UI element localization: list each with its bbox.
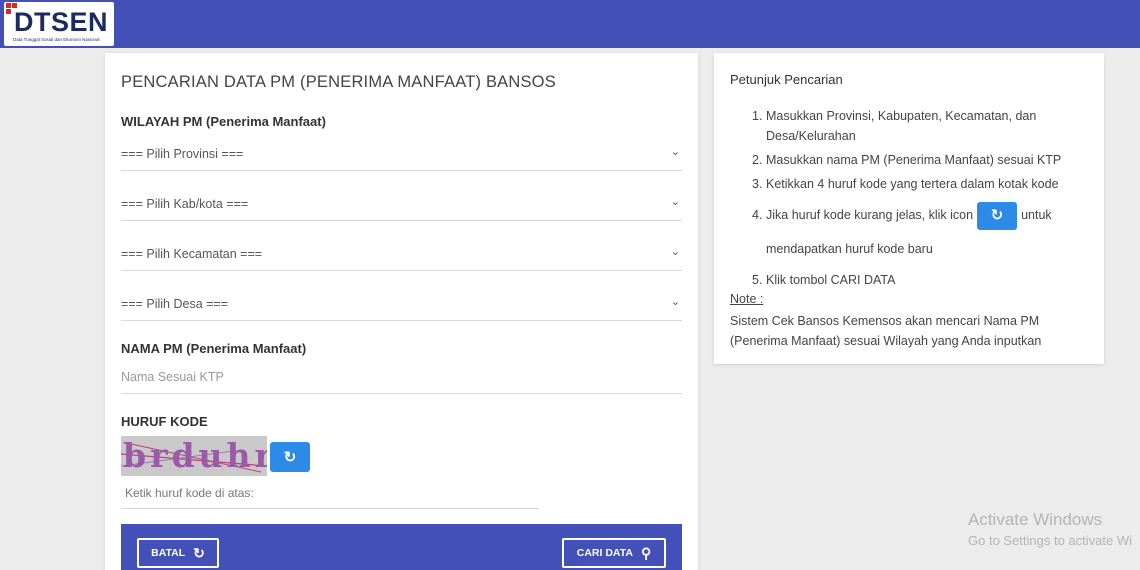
batal-button-label: BATAL (151, 547, 186, 559)
chevron-down-icon: ⌄ (670, 296, 680, 308)
step-text-before: Jika huruf kode kurang jelas, klik icon (766, 208, 974, 222)
top-navbar: DTSEN Data Tunggal Sosial dan Ekonomi Na… (0, 0, 1140, 48)
reset-icon: ↻ (193, 544, 205, 561)
note-label: Note : (730, 292, 764, 306)
search-form-card: PENCARIAN DATA PM (PENERIMA MANFAAT) BAN… (105, 53, 698, 570)
kode-field-wrapper (121, 479, 539, 509)
batal-button[interactable]: BATAL ↻ (137, 538, 219, 568)
step-text: Masukkan nama PM (Penerima Manfaat) sesu… (766, 153, 1062, 167)
captcha-text: brduhr (123, 436, 267, 475)
refresh-captcha-button[interactable]: ↻ (270, 442, 310, 472)
step-item: 2. Masukkan nama PM (Penerima Manfaat) s… (752, 153, 1062, 167)
kode-label: HURUF KODE (121, 414, 208, 429)
petunjuk-steps: 1. Masukkan Provinsi, Kabupaten, Kecamat… (738, 106, 1078, 290)
petunjuk-card: Petunjuk Pencarian 1. Masukkan Provinsi,… (714, 53, 1104, 364)
kode-input[interactable] (121, 479, 539, 507)
search-icon: ⚲ (640, 544, 652, 561)
logo-text: DTSEN (14, 7, 109, 37)
cari-data-button[interactable]: CARI DATA ⚲ (562, 538, 666, 568)
wilayah-label: WILAYAH PM (Penerima Manfaat) (121, 114, 326, 129)
desa-select[interactable]: === Pilih Desa === ⌄ (121, 289, 682, 321)
kecamatan-select-value: === Pilih Kecamatan === (121, 247, 263, 261)
desa-select-value: === Pilih Desa === (121, 297, 229, 311)
step-text: Klik tombol CARI DATA (766, 273, 896, 287)
cari-data-button-label: CARI DATA (576, 547, 633, 559)
logo-subtitle: Data Tunggal Sosial dan Ekonomi Nasional (13, 37, 100, 42)
kabkota-select-value: === Pilih Kab/kota === (121, 197, 249, 211)
nama-input[interactable] (121, 362, 682, 392)
note-text: Sistem Cek Bansos Kemensos akan mencari … (730, 314, 1042, 348)
step-item: 1. Masukkan Provinsi, Kabupaten, Kecamat… (752, 109, 1037, 143)
provinsi-select[interactable]: === Pilih Provinsi === ⌄ (121, 139, 682, 171)
step-item: 5. Klik tombol CARI DATA (752, 273, 896, 287)
step-text: Ketikkan 4 huruf kode yang tertera dalam… (766, 177, 1059, 191)
dtsen-logo[interactable]: DTSEN Data Tunggal Sosial dan Ekonomi Na… (4, 2, 114, 46)
chevron-down-icon: ⌄ (670, 146, 680, 158)
watermark-line2: Go to Settings to activate Wi (968, 533, 1133, 548)
page-title: PENCARIAN DATA PM (PENERIMA MANFAAT) BAN… (121, 73, 556, 91)
watermark-line1: Activate Windows (968, 510, 1103, 529)
kecamatan-select[interactable]: === Pilih Kecamatan === ⌄ (121, 239, 682, 271)
provinsi-select-value: === Pilih Provinsi === (121, 147, 244, 161)
petunjuk-title: Petunjuk Pencarian (730, 72, 843, 87)
refresh-icon: ↻ (977, 201, 1018, 230)
kabkota-select[interactable]: === Pilih Kab/kota === ⌄ (121, 189, 682, 221)
step-text: Masukkan Provinsi, Kabupaten, Kecamatan,… (766, 109, 1037, 143)
step-item: 4. Jika huruf kode kurang jelas, klik ic… (738, 198, 1078, 266)
nama-label: NAMA PM (Penerima Manfaat) (121, 341, 307, 356)
form-action-bar: BATAL ↻ CARI DATA ⚲ (121, 524, 682, 570)
captcha-image: brduhr (121, 436, 267, 476)
nama-field-wrapper (121, 362, 682, 394)
chevron-down-icon: ⌄ (670, 196, 680, 208)
chevron-down-icon: ⌄ (670, 246, 680, 258)
refresh-icon: ↻ (283, 449, 297, 466)
step-item: 3. Ketikkan 4 huruf kode yang tertera da… (752, 177, 1059, 191)
windows-activation-watermark: Activate Windows Go to Settings to activ… (968, 510, 1132, 548)
